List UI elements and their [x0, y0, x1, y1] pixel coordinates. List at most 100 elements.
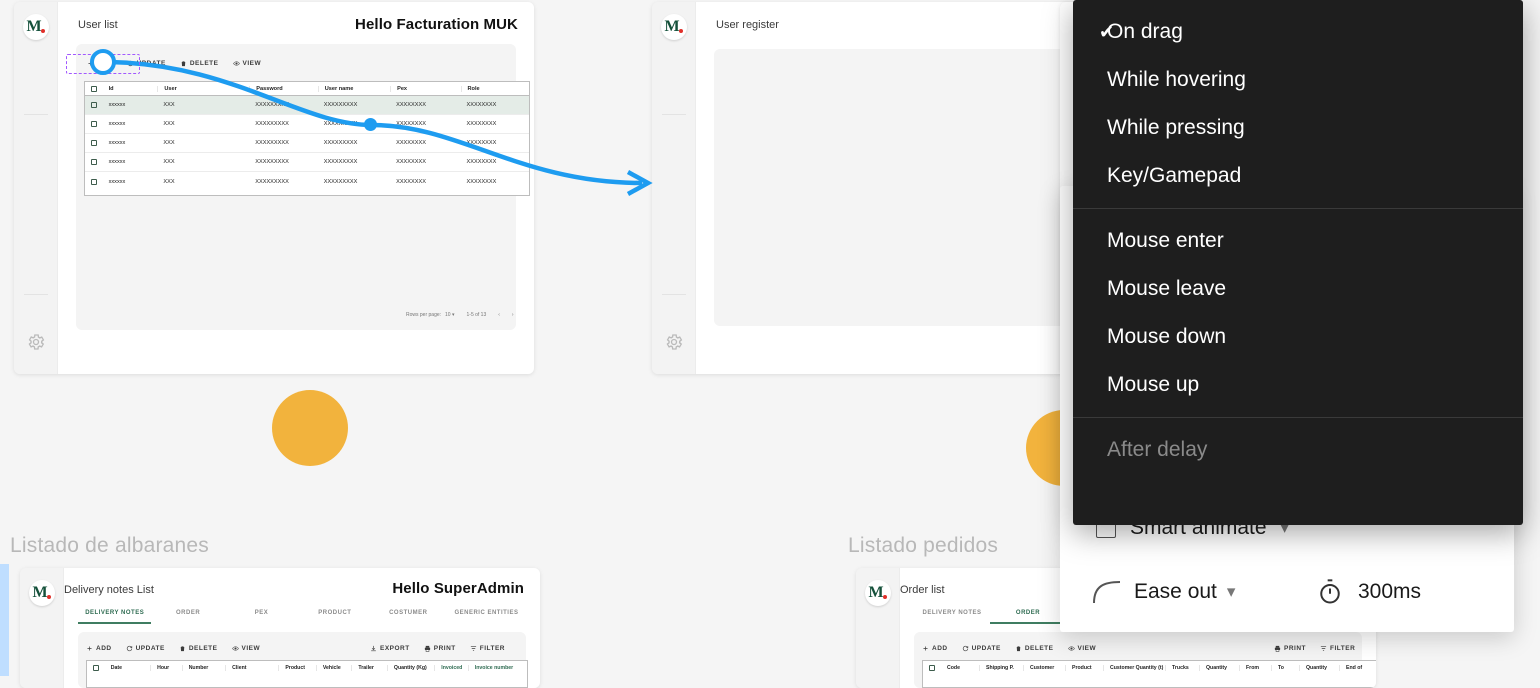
menu-item-label: After delay	[1107, 438, 1208, 461]
trigger-context-menu[interactable]: ✔ On drag While hovering While pressing …	[1073, 0, 1523, 525]
col-password[interactable]: Password	[249, 85, 317, 92]
menu-item-while-hovering[interactable]: While hovering	[1073, 56, 1523, 104]
col-product[interactable]: Product	[1065, 664, 1103, 671]
filter-button[interactable]: FILTER	[470, 645, 505, 652]
frame-user-register[interactable]: M User register Id User Password Repeat …	[652, 2, 1082, 374]
page-title: User list	[78, 19, 118, 31]
select-all-checkbox[interactable]	[85, 85, 103, 92]
tab-generic-entities[interactable]: GENERIC ENTITIES	[445, 610, 528, 624]
row-checkbox[interactable]	[85, 102, 103, 108]
table-row[interactable]: xxxxxx XXX XXXXXXXXX XXXXXXXXX XXXXXXXX …	[85, 153, 529, 172]
menu-item-key-gamepad[interactable]: Key/Gamepad	[1073, 152, 1523, 200]
col-vehicle[interactable]: Vehicle	[315, 664, 352, 671]
view-button[interactable]: VIEW	[232, 60, 262, 67]
col-hour[interactable]: Hour	[150, 664, 182, 671]
table-row[interactable]: xxxxxx XXX XXXXXXXXX XXXXXXXXX XXXXXXXX …	[85, 172, 529, 191]
col-quantity-2[interactable]: Quantity	[1299, 664, 1339, 671]
rows-per-page-select[interactable]: 10 ▾	[445, 312, 454, 318]
flow-start-node[interactable]	[90, 49, 116, 75]
col-quantity[interactable]: Quantity	[1199, 664, 1239, 671]
table-row[interactable]: xxxxxx XXX XXXXXXXXX XXXXXXXXX XXXXXXXX …	[85, 115, 529, 134]
col-quantity-kg[interactable]: Quantity (Kg)	[386, 664, 434, 671]
cell-user: XXX	[163, 102, 175, 108]
col-user[interactable]: User	[157, 85, 249, 92]
menu-item-while-pressing[interactable]: While pressing	[1073, 104, 1523, 152]
col-invoice-number[interactable]: Invoice number	[467, 664, 527, 671]
table-row[interactable]: xxxxxx XXX XXXXXXXXX XXXXXXXXX XXXXXXXX …	[85, 96, 529, 115]
update-button[interactable]: UPDATE	[962, 645, 1001, 652]
col-code[interactable]: Code	[941, 665, 979, 671]
cell-id: xxxxxx	[108, 178, 126, 185]
row-checkbox[interactable]	[85, 178, 103, 185]
menu-item-after-delay[interactable]: After delay	[1073, 426, 1523, 474]
duration-field[interactable]: 300ms	[1316, 578, 1421, 606]
tab-costumer[interactable]: COSTUMER	[372, 610, 445, 624]
view-button[interactable]: VIEW	[1067, 645, 1097, 652]
delete-button[interactable]: DELETE	[179, 645, 218, 652]
delete-button[interactable]: DELETE	[180, 60, 219, 67]
tab-order[interactable]: ORDER	[151, 610, 224, 624]
print-button[interactable]: PRINT	[1274, 645, 1306, 652]
delivery-notes-table: Date Hour Number Client Product Vehicle …	[86, 660, 528, 688]
col-shipping-p[interactable]: Shipping P.	[979, 664, 1023, 671]
menu-separator	[1073, 417, 1523, 418]
tab-delivery-notes[interactable]: DELIVERY NOTES	[914, 610, 990, 624]
col-date[interactable]: Date	[105, 665, 150, 671]
col-id[interactable]: Id	[103, 86, 158, 92]
tab-delivery-notes[interactable]: DELIVERY NOTES	[78, 610, 152, 624]
cell-id: xxxxxx	[108, 159, 126, 165]
cell-pex: XXXXXXXX	[396, 159, 426, 165]
select-all-checkbox[interactable]	[87, 664, 105, 671]
eye-icon	[232, 61, 240, 66]
trash-icon	[181, 61, 186, 67]
col-pex[interactable]: Pex	[390, 85, 460, 92]
printer-icon	[1274, 645, 1281, 652]
easing-selector[interactable]: Ease out ▾	[1090, 578, 1235, 606]
col-end-of[interactable]: End of	[1339, 664, 1375, 671]
col-to[interactable]: To	[1271, 664, 1299, 671]
update-button[interactable]: UPDATE	[126, 645, 165, 652]
table-row[interactable]: xxxxxx XXX XXXXXXXXX XXXXXXXXX XXXXXXXX …	[85, 134, 529, 153]
tab-order[interactable]: ORDER	[990, 610, 1066, 624]
col-client[interactable]: Client	[225, 664, 278, 671]
cell-role: XXXXXXXX	[466, 159, 497, 165]
menu-separator	[1073, 208, 1523, 209]
next-page-button[interactable]: ›	[512, 312, 514, 318]
users-table: Id User Password User name Pex Role xxxx…	[84, 81, 530, 196]
add-button[interactable]: ADD	[86, 645, 112, 652]
menu-item-label: Mouse leave	[1107, 277, 1227, 300]
export-button[interactable]: EXPORT	[370, 645, 410, 652]
menu-item-mouse-down[interactable]: Mouse down	[1073, 313, 1523, 361]
col-from[interactable]: From	[1239, 664, 1271, 671]
menu-item-mouse-enter[interactable]: Mouse enter	[1073, 217, 1523, 265]
col-invoiced[interactable]: Invoiced	[434, 664, 468, 671]
menu-item-on-drag[interactable]: ✔ On drag	[1073, 8, 1523, 56]
filter-button[interactable]: FILTER	[1320, 645, 1355, 652]
flow-mid-node[interactable]	[364, 118, 377, 131]
frame-delivery-notes[interactable]: M Delivery notes List Hello SuperAdmin D…	[20, 568, 540, 688]
tab-product[interactable]: PRODUCT	[298, 610, 371, 624]
view-button[interactable]: VIEW	[231, 645, 261, 652]
gear-icon[interactable]	[664, 332, 684, 352]
add-button[interactable]: ADD	[922, 645, 948, 652]
col-trucks[interactable]: Trucks	[1165, 664, 1199, 671]
row-checkbox[interactable]	[85, 140, 103, 146]
col-role[interactable]: Role	[460, 85, 529, 92]
col-trailer[interactable]: Trailer	[351, 664, 387, 671]
tab-pex[interactable]: PEX	[225, 610, 298, 624]
col-customer-quantity[interactable]: Customer Quantity (t)	[1103, 664, 1165, 671]
col-number[interactable]: Number	[181, 664, 225, 671]
chevron-down-icon[interactable]: ▾	[1227, 582, 1236, 602]
menu-item-mouse-leave[interactable]: Mouse leave	[1073, 265, 1523, 313]
row-checkbox[interactable]	[85, 159, 103, 165]
print-button[interactable]: PRINT	[424, 645, 456, 652]
delete-button[interactable]: DELETE	[1015, 645, 1054, 652]
select-all-checkbox[interactable]	[923, 664, 941, 671]
gear-icon[interactable]	[26, 332, 46, 352]
col-product[interactable]: Product	[278, 664, 316, 671]
row-checkbox[interactable]	[85, 121, 103, 127]
col-user-name[interactable]: User name	[317, 85, 390, 92]
menu-item-mouse-up[interactable]: Mouse up	[1073, 361, 1523, 409]
prev-page-button[interactable]: ‹	[498, 312, 500, 318]
col-customer[interactable]: Customer	[1023, 664, 1065, 671]
